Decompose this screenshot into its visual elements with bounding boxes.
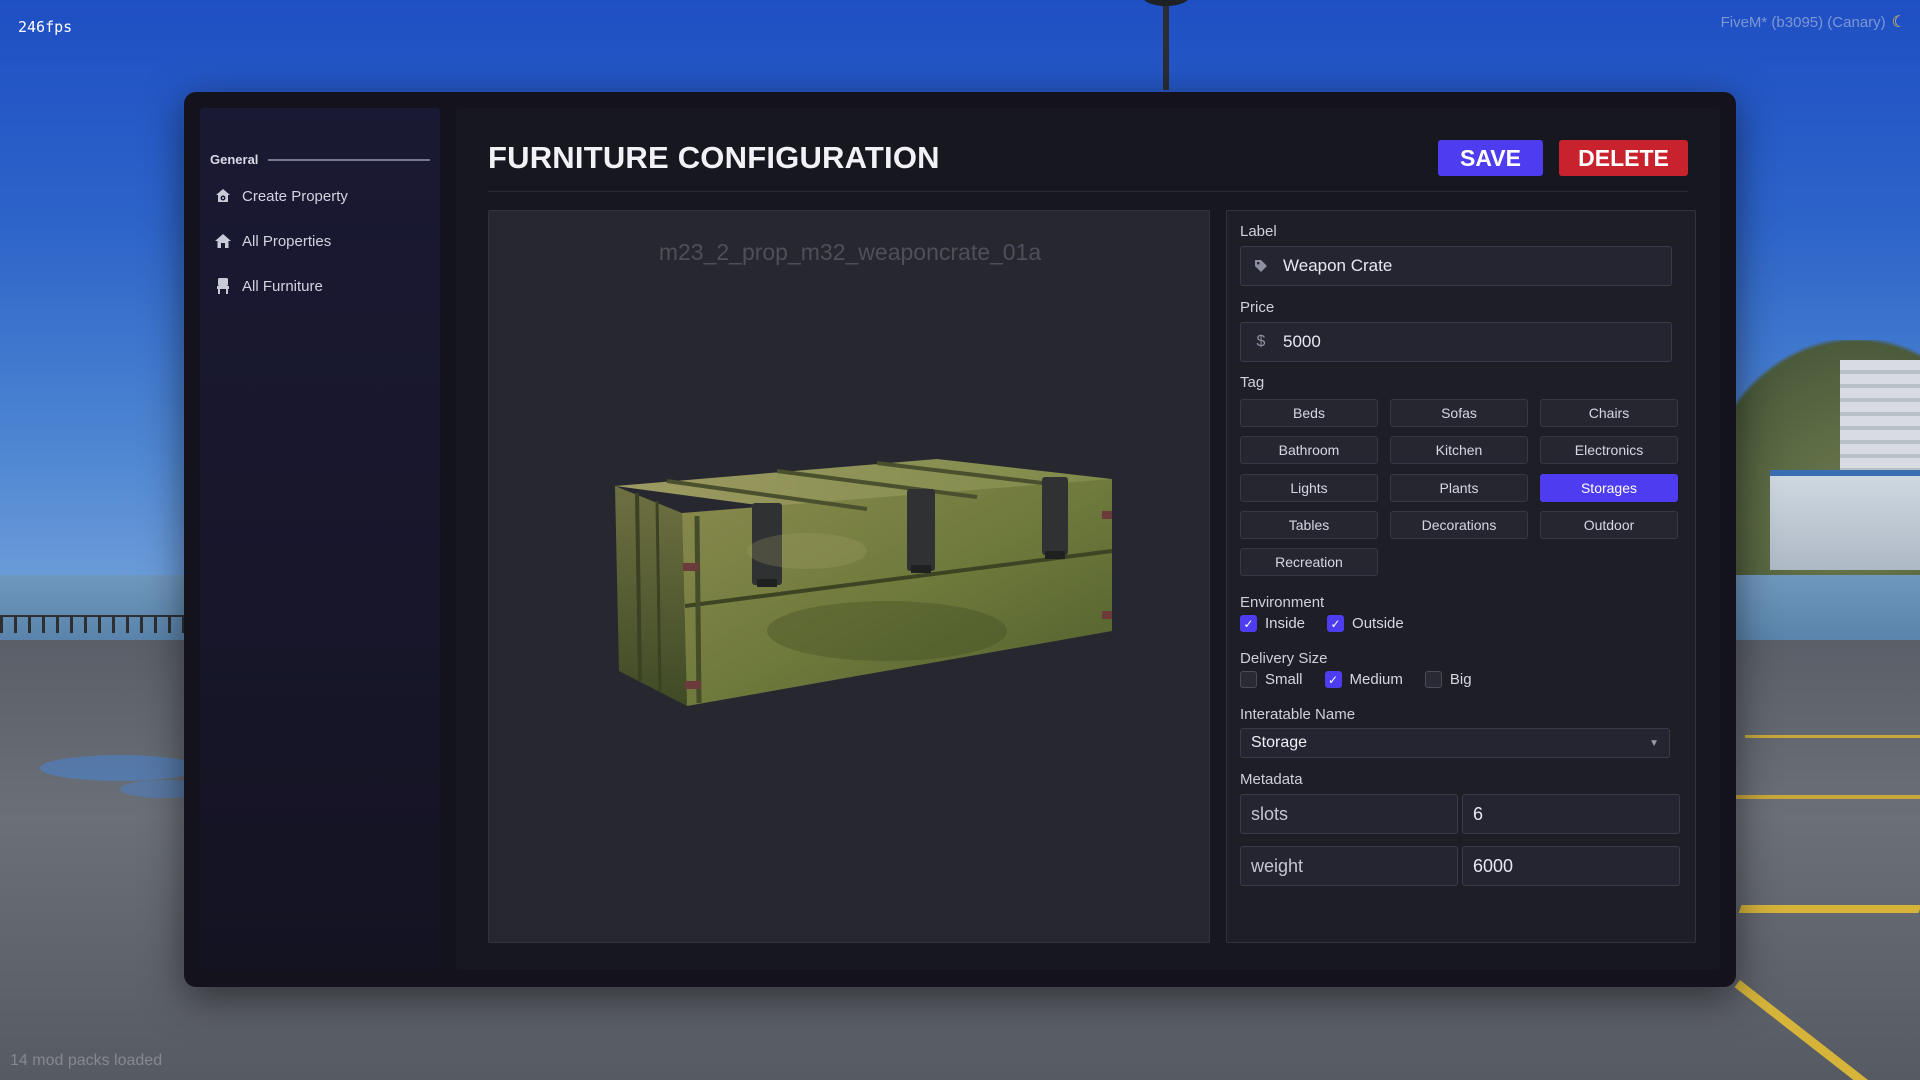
sidebar-item-label: Create Property [242,187,348,205]
parking-line [1745,735,1920,738]
sidebar-heading-line [268,158,430,161]
sidebar-item-label: All Properties [242,232,332,250]
tag-field-title: Tag [1240,374,1265,391]
moon-icon: ☾ [1891,14,1906,31]
fence [0,615,185,633]
metadata-value-input[interactable]: 6000 [1462,846,1680,886]
price-input[interactable]: $ 5000 [1240,322,1672,362]
house-gear-icon [214,187,232,205]
chair-icon [214,277,232,295]
tag-storages[interactable]: Storages [1540,474,1678,502]
save-button[interactable]: SAVE [1438,140,1543,176]
checkbox-label: Inside [1265,615,1306,632]
environment-outside-checkbox[interactable]: ✓ Outside [1327,615,1404,632]
sidebar: General Create Property All Properties A… [200,108,440,970]
environment-inside-checkbox[interactable]: ✓ Inside [1240,615,1305,632]
sidebar-section-general: General [210,152,430,167]
model-name: m23_2_prop_m32_weaponcrate_01a [658,239,1042,265]
tag-bathroom[interactable]: Bathroom [1240,436,1378,464]
checkbox-label: Medium [1349,671,1403,688]
label-input[interactable]: Weapon Crate [1240,246,1672,286]
weapon-crate-model [615,459,1113,706]
interactable-name-title: Interatable Name [1240,706,1356,723]
tag-beds[interactable]: Beds [1240,399,1378,427]
tag-icon [1253,259,1269,273]
sidebar-heading-label: General [210,152,259,167]
delivery-big-checkbox[interactable]: Big [1424,671,1472,688]
label-field-title: Label [1240,223,1277,240]
header-divider [488,191,1688,192]
tag-recreation[interactable]: Recreation [1240,548,1378,576]
parking-line [1738,905,1920,913]
build-info: FiveM* (b3095) (Canary) ☾ [1721,12,1906,32]
label-input-value: Weapon Crate [1283,256,1393,275]
price-field-title: Price [1240,299,1275,316]
tag-decorations[interactable]: Decorations [1390,511,1528,539]
tower-building [1840,360,1920,470]
checkbox-label: Outside [1352,615,1404,632]
interactable-name-select[interactable]: Storage ▼ [1240,728,1670,758]
delivery-small-checkbox[interactable]: Small [1240,671,1303,688]
price-input-value: 5000 [1283,332,1321,351]
parking-line [1735,795,1920,799]
fps-counter: 246fps [18,18,73,36]
metadata-key-input[interactable]: weight [1240,846,1458,886]
select-value: Storage [1251,734,1308,751]
house-icon [214,232,232,250]
delete-button[interactable]: DELETE [1559,140,1688,176]
environment-title: Environment [1240,594,1325,611]
furniture-form: Label Weapon Crate Price $ 5000 Tag Beds… [1226,210,1696,943]
street-pole [1163,0,1169,90]
sidebar-item-create-property[interactable]: Create Property [214,182,434,210]
tag-chairs[interactable]: Chairs [1540,399,1678,427]
sidebar-item-all-furniture[interactable]: All Furniture [214,272,434,300]
model-preview[interactable]: m23_2_prop_m32_weaponcrate_01a [488,210,1210,943]
tag-tables[interactable]: Tables [1240,511,1378,539]
metadata-title: Metadata [1240,771,1303,788]
caret-down-icon: ▼ [1649,737,1659,749]
delivery-medium-checkbox[interactable]: ✓ Medium [1324,671,1403,688]
metadata-value-input[interactable]: 6 [1462,794,1680,834]
checkbox-empty-icon [1424,671,1442,688]
sidebar-item-all-properties[interactable]: All Properties [214,227,434,255]
dollar-icon: $ [1256,333,1266,350]
check-icon: ✓ [1327,615,1345,632]
tag-lights[interactable]: Lights [1240,474,1378,502]
tag-plants[interactable]: Plants [1390,474,1528,502]
check-icon: ✓ [1324,671,1342,688]
sidebar-item-label: All Furniture [242,277,323,295]
checkbox-label: Big [1449,671,1472,688]
furniture-config-window: General Create Property All Properties A… [184,92,1736,987]
build-label: FiveM* (b3095) (Canary) [1720,13,1886,31]
delivery-size-options: Small ✓ Medium Big [1240,671,1472,688]
metadata-key-input[interactable]: slots [1240,794,1458,834]
puddle [40,755,200,781]
tag-outdoor[interactable]: Outdoor [1540,511,1678,539]
tag-kitchen[interactable]: Kitchen [1390,436,1528,464]
page-title: FURNITURE CONFIGURATION [488,140,940,175]
main-content: FURNITURE CONFIGURATION SAVE DELETE m23_… [456,108,1720,970]
environment-options: ✓ Inside ✓ Outside [1240,615,1404,632]
check-icon: ✓ [1240,615,1257,632]
mod-packs-status: 14 mod packs loaded [10,1052,163,1069]
house-building [1770,470,1920,570]
tag-electronics[interactable]: Electronics [1540,436,1678,464]
checkbox-label: Small [1265,671,1303,688]
checkbox-empty-icon [1240,671,1257,688]
tag-sofas[interactable]: Sofas [1390,399,1528,427]
delivery-size-title: Delivery Size [1240,650,1328,667]
